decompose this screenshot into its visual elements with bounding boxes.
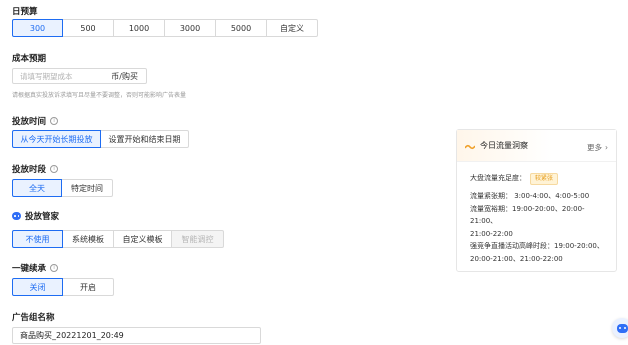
daily-budget-selector: 300 500 1000 3000 5000 自定义 xyxy=(12,19,318,37)
budget-option-1000[interactable]: 1000 xyxy=(113,19,165,37)
one-click-renew-selector: 关闭 开启 xyxy=(12,278,114,296)
delivery-time-selector: 从今天开始长期投放 设置开始和结束日期 xyxy=(12,130,189,148)
info-icon[interactable]: i xyxy=(50,264,59,272)
peak-period-line: 强竞争直播活动高峰时段：19:00-20:00、 xyxy=(470,242,604,250)
delivery-time-long-term[interactable]: 从今天开始长期投放 xyxy=(12,130,101,148)
manager-system-template[interactable]: 系统模板 xyxy=(62,230,114,248)
renew-off[interactable]: 关闭 xyxy=(12,278,63,296)
delivery-period-title: 投放时段 i xyxy=(12,163,59,175)
budget-option-300[interactable]: 300 xyxy=(12,19,63,37)
ad-group-name-title: 广告组名称 xyxy=(12,311,55,323)
delivery-manager-title: 投放管家 xyxy=(12,210,59,222)
ad-group-name-label: 广告组名称 xyxy=(12,313,55,323)
traffic-wave-icon xyxy=(464,143,476,149)
info-icon[interactable]: i xyxy=(50,117,59,125)
delivery-period-selector: 全天 特定时间 xyxy=(12,179,113,197)
traffic-insight-header: 今日流量洞察 更多 › xyxy=(457,130,616,162)
assistant-float-button[interactable] xyxy=(612,318,628,338)
period-all-day[interactable]: 全天 xyxy=(12,179,62,197)
manager-smart-control: 智能调控 xyxy=(171,230,224,248)
budget-option-custom[interactable]: 自定义 xyxy=(266,19,318,37)
one-click-renew-label: 一键续承 xyxy=(12,264,47,274)
delivery-manager-label: 投放管家 xyxy=(25,212,60,222)
delivery-time-title: 投放时间 i xyxy=(12,115,59,127)
adequacy-row: 大盘流量充足度： 较紧张 xyxy=(470,172,608,185)
daily-budget-label: 日预算 xyxy=(12,7,38,17)
delivery-manager-selector: 不使用 系统模板 自定义模板 智能调控 xyxy=(12,230,224,248)
budget-option-3000[interactable]: 3000 xyxy=(164,19,216,37)
delivery-period-label: 投放时段 xyxy=(12,165,47,175)
loose-period-line: 流量宽裕期：19:00-20:00、20:00-21:00、 xyxy=(470,204,585,226)
manager-not-use[interactable]: 不使用 xyxy=(12,230,63,248)
delivery-time-date-range[interactable]: 设置开始和结束日期 xyxy=(100,130,189,148)
robot-icon xyxy=(616,323,628,333)
adequacy-badge: 较紧张 xyxy=(530,173,559,185)
peak-period-line-2: 20:00-21:00、21:00-22:00 xyxy=(470,254,563,263)
traffic-insight-card: 今日流量洞察 更多 › 大盘流量充足度： 较紧张 流量紧张期： 3:00-4:00… xyxy=(456,129,617,272)
daily-budget-title: 日预算 xyxy=(12,5,38,17)
renew-on[interactable]: 开启 xyxy=(62,278,114,296)
more-label: 更多 xyxy=(587,143,602,152)
traffic-insight-body: 大盘流量充足度： 较紧张 流量紧张期： 3:00-4:00、4:00-5:00 流… xyxy=(470,172,608,265)
loose-period-line-2: 21:00-22:00 xyxy=(470,229,513,238)
traffic-insight-title: 今日流量洞察 xyxy=(480,141,528,150)
budget-option-5000[interactable]: 5000 xyxy=(215,19,267,37)
cost-target-title: 成本预期 xyxy=(12,52,46,64)
ad-group-name-value: 商品购买_20221201_20:49 xyxy=(20,331,124,340)
cost-target-placeholder: 请填写期望成本 xyxy=(20,71,73,81)
one-click-renew-title: 一键续承 i xyxy=(12,262,59,274)
period-specific-time[interactable]: 特定时间 xyxy=(61,179,113,197)
info-icon[interactable]: i xyxy=(50,165,59,173)
ad-group-name-input[interactable]: 商品购买_20221201_20:49 xyxy=(12,327,261,344)
cost-target-hint: 请根据真实投放诉求填写且尽量不要调整，否则可能影响广告表量 xyxy=(12,92,187,99)
budget-option-500[interactable]: 500 xyxy=(62,19,114,37)
delivery-time-label: 投放时间 xyxy=(12,117,47,127)
manager-custom-template[interactable]: 自定义模板 xyxy=(113,230,172,248)
tight-period-line: 流量紧张期： 3:00-4:00、4:00-5:00 xyxy=(470,192,590,200)
more-link[interactable]: 更多 › xyxy=(587,142,608,153)
cost-target-unit: 币/购买 xyxy=(111,71,138,81)
robot-icon xyxy=(12,212,21,220)
chevron-right-icon: › xyxy=(605,143,608,152)
cost-target-input[interactable]: 请填写期望成本 币/购买 xyxy=(12,68,147,84)
adequacy-label: 大盘流量充足度： xyxy=(470,174,526,182)
cost-target-label: 成本预期 xyxy=(12,54,47,64)
